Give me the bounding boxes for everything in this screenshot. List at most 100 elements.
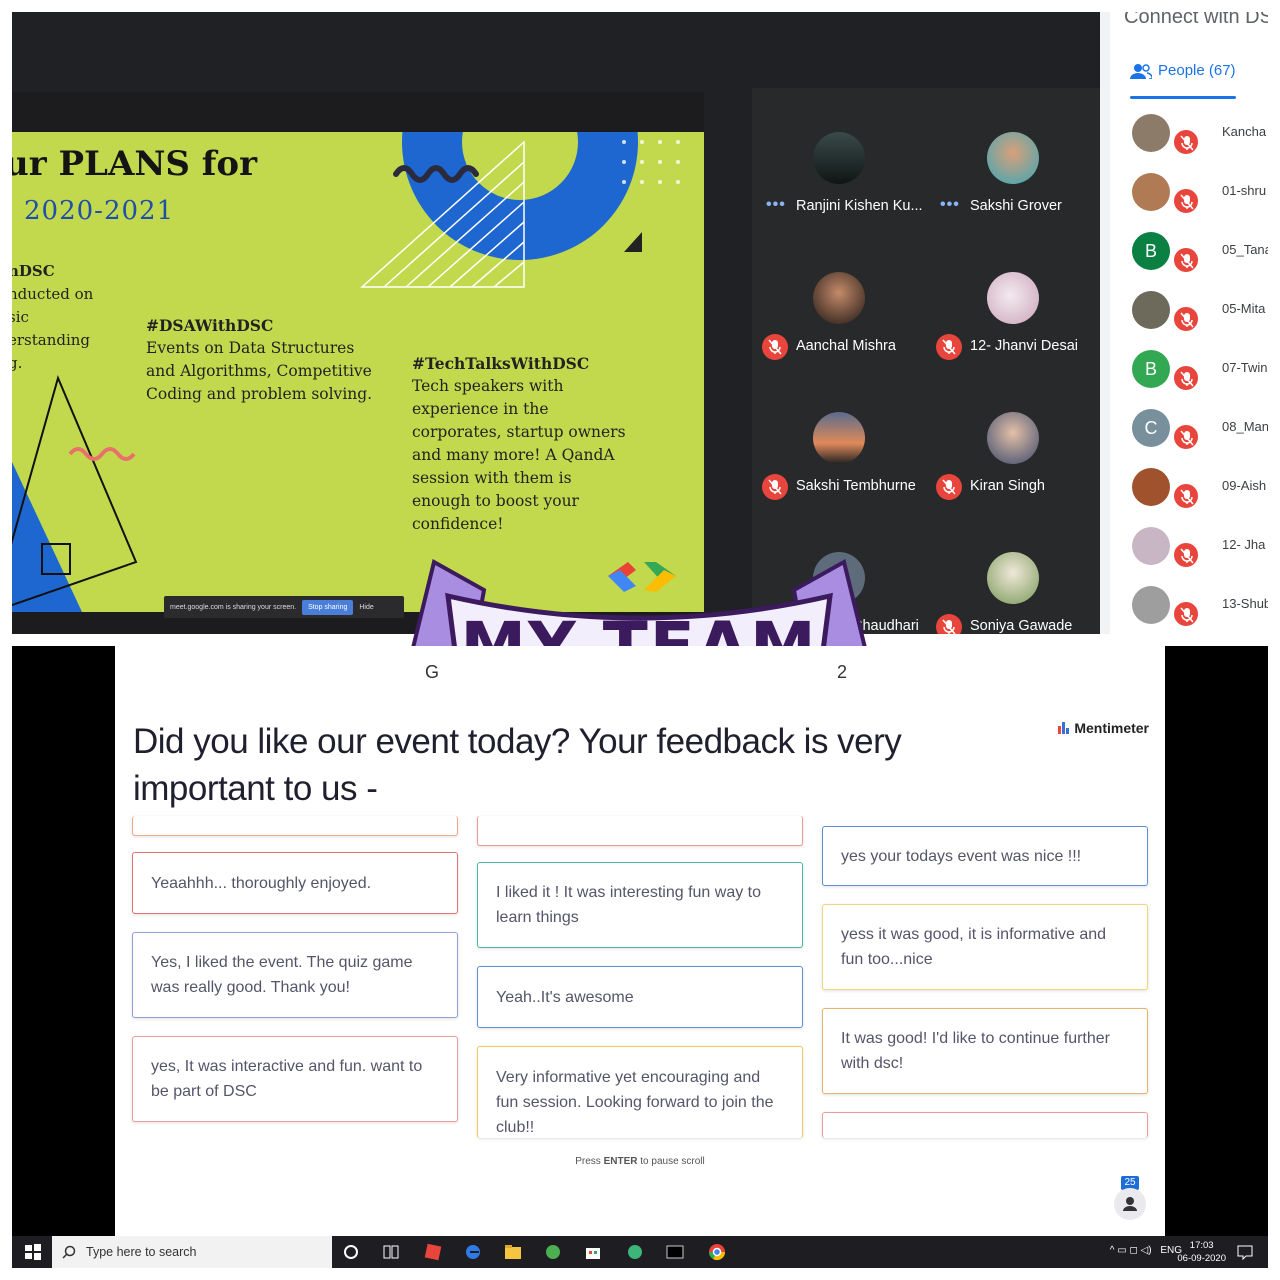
hint-key: ENTER bbox=[603, 1156, 638, 1167]
person-avatar bbox=[1132, 586, 1170, 624]
mic-muted-icon bbox=[1172, 305, 1200, 333]
mic-muted-icon bbox=[1172, 364, 1200, 392]
response-card: It was good! I'd like to continue furthe… bbox=[822, 1008, 1148, 1094]
presentation-slide: ur PLANS for 2020-2021 nDSC nducted on s… bbox=[12, 132, 704, 612]
tab-people[interactable]: People (67) bbox=[1130, 62, 1236, 79]
mic-muted-icon bbox=[1172, 128, 1200, 156]
person-avatar bbox=[1132, 114, 1170, 152]
header-fragment-left: G bbox=[425, 662, 440, 682]
file-explorer-icon[interactable] bbox=[504, 1243, 522, 1261]
participant-name: Soniya Gawade bbox=[970, 618, 1073, 634]
response-text: Yeah..It's awesome bbox=[496, 988, 634, 1006]
participant-name: 12- Jhanvi Desai bbox=[970, 338, 1078, 354]
menti-window: G 2 Did you like our event today? Your f… bbox=[12, 646, 1268, 1268]
stop-sharing-button[interactable]: Stop sharing bbox=[302, 599, 354, 615]
participant-avatar bbox=[987, 552, 1039, 604]
response-text: Yeaahhh... thoroughly enjoyed. bbox=[151, 874, 372, 892]
cortana-icon[interactable] bbox=[342, 1243, 360, 1261]
hide-button[interactable]: Hide bbox=[359, 604, 373, 611]
response-card: Very informative yet encouraging and fun… bbox=[477, 1046, 803, 1138]
participant-tile[interactable]: Soniya Gawade bbox=[926, 508, 1100, 634]
people-icon bbox=[1130, 63, 1152, 79]
tray-icons: ^ ▭ ◻ ◁) bbox=[1109, 1245, 1152, 1256]
participant-tile[interactable]: ••• Sakshi Grover bbox=[926, 88, 1100, 228]
response-text: Yes, I liked the event. The quiz game wa… bbox=[151, 954, 413, 996]
people-list-item[interactable]: B 07-Twin bbox=[1110, 340, 1268, 399]
app-icon-teal[interactable] bbox=[626, 1243, 644, 1261]
windows-start-icon[interactable] bbox=[24, 1243, 42, 1261]
chrome-icon[interactable] bbox=[708, 1243, 726, 1261]
person-avatar: B bbox=[1132, 350, 1170, 388]
people-list-item[interactable]: 05-Mita bbox=[1110, 281, 1268, 340]
hint-suffix: to pause scroll bbox=[637, 1156, 705, 1167]
response-card: I liked it ! It was interesting fun way … bbox=[477, 862, 803, 948]
mentimeter-brand: Mentimeter bbox=[1074, 720, 1149, 736]
response-card: yes, It was interactive and fun. want to… bbox=[132, 1036, 458, 1122]
mic-muted-icon bbox=[1172, 423, 1200, 451]
participant-avatar bbox=[987, 272, 1039, 324]
people-list-item[interactable]: B 05_Tana bbox=[1110, 222, 1268, 281]
response-card-partial bbox=[822, 1112, 1148, 1138]
taskbar-search[interactable]: Type here to search bbox=[52, 1236, 332, 1268]
person-name: 05_Tana bbox=[1222, 242, 1268, 257]
mentimeter-logo-icon bbox=[1058, 722, 1070, 734]
slide-left-column: nDSC nducted on sic erstanding g. bbox=[12, 260, 108, 375]
person-name: 12- Jha bbox=[1222, 537, 1266, 552]
participant-name: Kiran Singh bbox=[970, 478, 1045, 494]
office-app-icon[interactable] bbox=[424, 1243, 442, 1261]
participant-avatar bbox=[987, 132, 1039, 184]
participant-tile[interactable]: 12- Jhanvi Desai bbox=[926, 228, 1100, 368]
person-icon bbox=[1123, 1197, 1137, 1211]
search-placeholder: Type here to search bbox=[86, 1245, 197, 1259]
mic-muted-icon bbox=[762, 474, 788, 500]
response-text: It was good! I'd like to continue furthe… bbox=[841, 1030, 1110, 1072]
store-icon[interactable] bbox=[584, 1243, 602, 1261]
app-icon-green[interactable] bbox=[544, 1243, 562, 1261]
people-list-item[interactable]: Kancha bbox=[1110, 104, 1268, 163]
taskbar-clock[interactable]: 17:03 06-09-2020 bbox=[1177, 1239, 1226, 1265]
mic-muted-icon bbox=[1172, 541, 1200, 569]
participant-tile[interactable]: Aanchal Mishra bbox=[752, 228, 926, 368]
terminal-icon[interactable] bbox=[666, 1243, 684, 1261]
edge-icon[interactable] bbox=[464, 1243, 482, 1261]
system-tray[interactable]: ^ ▭ ◻ ◁) ENG bbox=[1110, 1245, 1182, 1256]
response-card-partial bbox=[477, 816, 803, 846]
slide-left-line: sic bbox=[12, 308, 29, 326]
task-view-icon[interactable] bbox=[382, 1243, 400, 1261]
avatar-initial: C bbox=[1144, 417, 1158, 438]
people-list-item[interactable]: 13-Shub bbox=[1110, 576, 1268, 634]
mic-muted-icon bbox=[1172, 482, 1200, 510]
person-avatar bbox=[1132, 173, 1170, 211]
search-icon bbox=[62, 1245, 76, 1259]
person-name: 01-shru bbox=[1222, 183, 1267, 198]
response-card: Yeah..It's awesome bbox=[477, 966, 803, 1028]
avatar-initial: B bbox=[1144, 358, 1157, 379]
participant-avatar bbox=[987, 412, 1039, 464]
slide-techtalks-body: Tech speakers with experience in the cor… bbox=[412, 377, 626, 533]
response-card: Yeaahhh... thoroughly enjoyed. bbox=[132, 852, 458, 914]
participant-name: Ranjini Kishen Ku... bbox=[796, 198, 923, 214]
people-list-item[interactable]: 09-Aish bbox=[1110, 458, 1268, 517]
notifications-icon[interactable] bbox=[1236, 1243, 1254, 1261]
slide-left-line: g. bbox=[12, 354, 23, 372]
person-name: 13-Shub bbox=[1222, 596, 1268, 611]
speaking-indicator-icon: ••• bbox=[940, 196, 960, 213]
participant-tile[interactable]: Sakshi Tembhurne bbox=[752, 368, 926, 508]
windows-taskbar: Type here to search ^ ▭ ◻ ◁) ENG 17:03 0… bbox=[12, 1236, 1268, 1268]
people-panel: Connect with DS People (67) Kancha 01-shr… bbox=[1100, 12, 1268, 634]
slide-dsa-heading: #DSAWithDSC bbox=[146, 316, 274, 335]
mic-muted-icon bbox=[1172, 600, 1200, 628]
participants-button[interactable] bbox=[1114, 1188, 1146, 1220]
participant-tile[interactable]: ••• Ranjini Kishen Ku... bbox=[752, 88, 926, 228]
scroll-hint: Press ENTER to pause scroll bbox=[115, 1156, 1165, 1167]
participant-avatar bbox=[813, 412, 865, 464]
person-name: 08_Man bbox=[1222, 419, 1268, 434]
people-list-item[interactable]: 12- Jha bbox=[1110, 517, 1268, 576]
people-list-item[interactable]: 01-shru bbox=[1110, 163, 1268, 222]
response-card: yes your todays event was nice !!! bbox=[822, 826, 1148, 886]
people-list-item[interactable]: C 08_Man bbox=[1110, 399, 1268, 458]
slide-left-line: nducted on bbox=[12, 285, 94, 303]
participant-tile[interactable]: Kiran Singh bbox=[926, 368, 1100, 508]
tab-indicator bbox=[1130, 96, 1236, 99]
response-card: yess it was good, it is informative and … bbox=[822, 904, 1148, 990]
